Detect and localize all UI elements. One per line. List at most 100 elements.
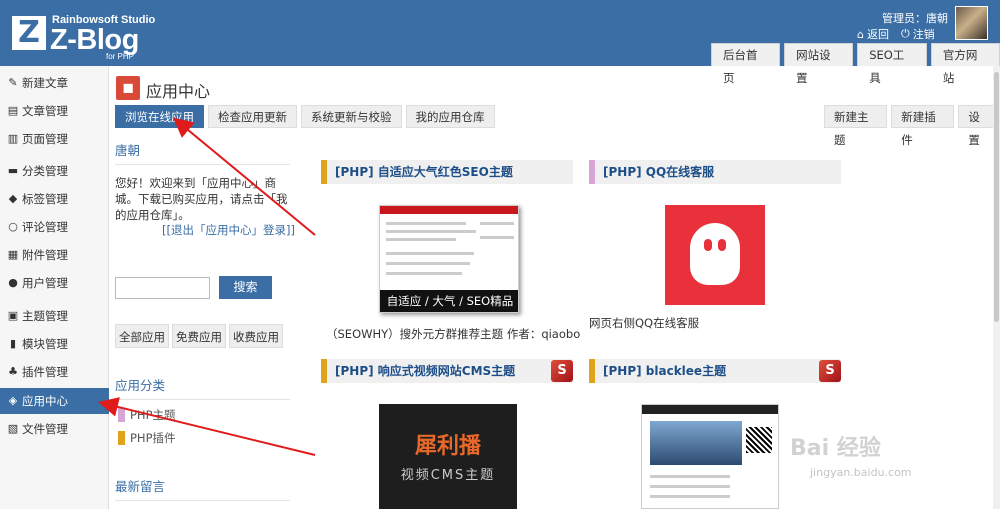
article-manage-icon: ▤ <box>7 104 19 117</box>
sidebar-item-comments[interactable]: ○ 评论管理 <box>0 214 109 240</box>
action-tabs: 新建主题 新建插件 设置 <box>824 105 1000 147</box>
tab-check-updates[interactable]: 检查应用更新 <box>208 105 297 128</box>
tab-admin-home[interactable]: 后台首页 <box>711 43 781 85</box>
app-title-red-seo[interactable]: [PHP] 自适应大气红色SEO主题 <box>321 160 573 184</box>
app-caption-red-seo: （SEOWHY）搜外元方群推荐主题 作者：qiaobo <box>326 327 581 341</box>
admin-label: 管理员：唐朝 <box>882 12 948 25</box>
filter-free-button[interactable]: 免费应用 <box>172 324 226 348</box>
thumb-line <box>386 262 470 265</box>
page-title: 应用中心 <box>146 82 211 101</box>
app-center-logo-icon: ◼ <box>116 76 140 100</box>
app-title-blacklee[interactable]: [PHP] blacklee主题 <box>589 359 841 383</box>
tab-browse-online[interactable]: 浏览在线应用 <box>115 105 204 128</box>
thumb-nav <box>642 405 778 414</box>
sidebar-item-modules[interactable]: ▮ 模块管理 <box>0 331 109 357</box>
sidebar-item-tags[interactable]: ◆ 标签管理 <box>0 186 109 212</box>
category-color-bar <box>118 431 125 445</box>
avatar[interactable] <box>955 6 988 40</box>
logout-link[interactable]: ⏻ 注销 <box>901 26 935 42</box>
welcome-text: 您好！欢迎来到「应用中心」商城。下载已购买应用，请点击「我的应用仓库」。 <box>115 176 288 222</box>
qr-code-icon <box>746 427 772 453</box>
sidebar: ✎ 新建文章 ▤ 文章管理 ▥ 页面管理 ▬ 分类管理 ◆ 标签管理 ○ 评论管理 ▦ 附件管… <box>0 66 109 509</box>
tab-system-update[interactable]: 系统更新与校验 <box>301 105 402 128</box>
new-theme-button[interactable]: 新建主题 <box>824 105 888 147</box>
sidebar-item-categories[interactable]: ▬ 分类管理 <box>0 158 109 184</box>
category-section: 应用分类 <box>115 375 290 400</box>
search-button[interactable]: 搜索 <box>219 276 272 299</box>
page-manage-icon: ▥ <box>7 132 19 145</box>
video-thumb-title: 犀利播 <box>414 434 481 459</box>
power-icon: ⏻ <box>900 27 910 40</box>
sidebar-item-new-article[interactable]: ✎ 新建文章 <box>0 70 109 96</box>
app-thumb-red-seo[interactable]: 自适应 / 大气 / SEO精品 <box>379 205 519 313</box>
qq-penguin-icon[interactable] <box>665 205 765 305</box>
top-header: Z Rainbowsoft Studio Z-Blog for PHP 管理员：… <box>0 0 1000 85</box>
baidu-watermark: Bai 经验 <box>790 436 881 461</box>
theme-icon: ▣ <box>7 309 19 322</box>
attachment-icon: ▦ <box>7 248 19 261</box>
filter-paid-button[interactable]: 收费应用 <box>229 324 283 348</box>
sidebar-item-files[interactable]: ▧ 文件管理 <box>0 416 109 442</box>
tab-seo-tools[interactable]: SEO工具 <box>857 43 927 85</box>
sidebar-item-users[interactable]: ● 用户管理 <box>0 270 109 296</box>
folder-icon: ▬ <box>7 164 19 177</box>
s-badge-icon: S <box>551 360 573 382</box>
thumb-line <box>386 230 476 233</box>
s-badge-icon: S <box>819 360 841 382</box>
plugin-icon: ♣ <box>8 365 18 378</box>
new-plugin-button[interactable]: 新建插件 <box>891 105 955 147</box>
thumb-line <box>386 252 474 255</box>
app-title-video-cms[interactable]: [PHP] 响应式视频网站CMS主题 <box>321 359 573 383</box>
filter-all-button[interactable]: 全部应用 <box>115 324 169 348</box>
new-article-icon: ✎ <box>8 76 18 89</box>
sidebar-item-articles[interactable]: ▤ 文章管理 <box>0 98 109 124</box>
qq-body <box>690 223 740 285</box>
tag-icon: ◆ <box>8 192 18 205</box>
thumb-banner-text: 自适应 / 大气 / SEO精品 <box>380 290 518 312</box>
user-title: 唐朝 <box>115 140 290 165</box>
app-thumb-blacklee[interactable] <box>641 404 779 509</box>
category-php-theme[interactable]: PHP主题 <box>118 408 176 422</box>
sidebar-item-attachments[interactable]: ▦ 附件管理 <box>0 242 109 268</box>
app-caption-qq-service: 网页右侧QQ在线客服 <box>589 316 700 330</box>
category-color-bar <box>118 408 125 422</box>
file-icon: ▧ <box>7 422 19 435</box>
thumb-line <box>386 272 462 275</box>
sidebar-item-app-center[interactable]: ◈ 应用中心 <box>0 388 109 414</box>
qq-eye <box>718 239 726 251</box>
brand-sub: for PHP <box>106 52 135 61</box>
sidebar-item-plugins[interactable]: ♣ 插件管理 <box>0 359 109 385</box>
latest-title: 最新留言 <box>115 476 290 501</box>
scrollbar[interactable] <box>993 66 1000 509</box>
admin-links: ⌂ 返回 ⏻ 注销 <box>857 26 935 42</box>
comment-icon: ○ <box>8 220 18 233</box>
filter-buttons: 全部应用 免费应用 收费应用 <box>115 324 283 348</box>
sub-tabs: 浏览在线应用 检查应用更新 系统更新与校验 我的应用仓库 <box>115 105 495 128</box>
thumb-line <box>386 222 466 225</box>
tab-site-settings[interactable]: 网站设置 <box>784 43 854 85</box>
sidebar-item-themes[interactable]: ▣ 主题管理 <box>0 303 109 329</box>
thumb-line <box>480 236 514 239</box>
back-link[interactable]: ⌂ 返回 <box>857 26 889 42</box>
qq-eye <box>704 239 712 251</box>
thumb-line <box>480 222 514 225</box>
logout-app-center-link[interactable]: [[退出「应用中心」登录]] <box>162 222 295 238</box>
app-thumb-video-cms[interactable]: 犀利播 视频CMS主题 <box>379 404 517 509</box>
category-php-plugin[interactable]: PHP插件 <box>118 431 176 445</box>
zblog-logo-icon: Z <box>12 16 46 50</box>
tab-official-site[interactable]: 官方网站 <box>930 43 1000 85</box>
latest-section: 最新留言 <box>115 476 290 501</box>
home-icon: ⌂ <box>857 27 864 41</box>
category-title: 应用分类 <box>115 375 290 400</box>
sidebar-item-pages[interactable]: ▥ 页面管理 <box>0 126 109 152</box>
app-center-icon: ◈ <box>8 394 18 407</box>
user-section: 唐朝 <box>115 140 290 165</box>
module-icon: ▮ <box>9 337 17 350</box>
search-input[interactable] <box>115 277 210 299</box>
scrollbar-thumb[interactable] <box>994 72 999 322</box>
top-nav: 后台首页 网站设置 SEO工具 官方网站 <box>711 43 1000 85</box>
thumb-hero <box>650 421 742 465</box>
tab-my-repo[interactable]: 我的应用仓库 <box>405 105 495 128</box>
app-title-qq-service[interactable]: [PHP] QQ在线客服 <box>589 160 841 184</box>
thumb-line <box>650 475 730 478</box>
